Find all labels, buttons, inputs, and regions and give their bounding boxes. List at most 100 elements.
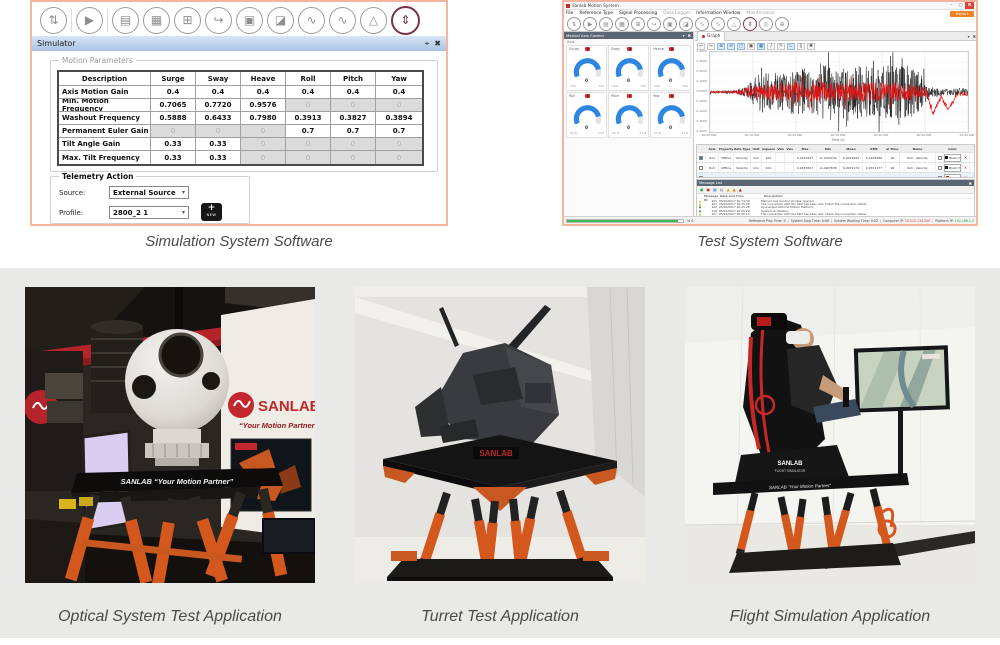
value-cell[interactable]: 0 xyxy=(376,151,422,164)
profile-lock-icon[interactable]: ▣ xyxy=(236,7,263,34)
calibration-icon[interactable]: △ xyxy=(727,17,741,31)
chevron-down-icon[interactable]: ▾ xyxy=(683,33,685,38)
grid-icon[interactable]: ▦ xyxy=(757,43,765,50)
scale-icon[interactable]: ∥ xyxy=(797,43,805,50)
value-cell[interactable]: 0 xyxy=(151,125,196,138)
new-profile-button[interactable]: + NEW xyxy=(201,203,222,221)
close-button[interactable]: ✖ xyxy=(965,2,974,9)
value-cell[interactable]: 0.4 xyxy=(196,86,241,99)
delete-cell[interactable]: ✕ xyxy=(962,173,970,178)
value-cell[interactable]: 0 xyxy=(286,138,331,151)
value-cell[interactable]: 0.5888 xyxy=(151,112,196,125)
value-cell[interactable]: 0 xyxy=(331,151,376,164)
msg-error-icon[interactable]: ▲ xyxy=(739,188,742,192)
color-cell[interactable]: Black▾ xyxy=(944,153,962,162)
value-cell[interactable]: 0.7720 xyxy=(196,99,241,112)
value-cell[interactable]: 0 xyxy=(331,99,376,112)
link-icon[interactable]: ◎ xyxy=(759,17,773,31)
value-cell[interactable]: 0.4 xyxy=(151,86,196,99)
platform-updown-icon[interactable]: ⇕ xyxy=(391,6,420,35)
menu-file[interactable]: File xyxy=(566,11,573,16)
signal-row[interactable]: YawOfflineVelocitym/s1000.2778986-0.1700… xyxy=(697,173,974,178)
color-select[interactable]: Black▾ xyxy=(944,164,961,172)
value-cell[interactable]: 0.3894 xyxy=(376,112,422,125)
msg-all-icon[interactable]: ● xyxy=(700,188,704,192)
value-cell[interactable]: 0.9576 xyxy=(241,99,286,112)
motion-platform-icon[interactable]: ⇅ xyxy=(567,17,581,31)
export-profile-icon[interactable]: ↪ xyxy=(647,17,661,31)
source-select[interactable]: External Source ▾ xyxy=(109,186,189,199)
zoom-in-icon[interactable]: ⊕ xyxy=(717,43,725,50)
value-cell[interactable]: 0.3913 xyxy=(286,112,331,125)
visible-checkbox-cell[interactable] xyxy=(697,153,706,162)
tab-graph[interactable]: Graph xyxy=(697,31,725,41)
chart-icon[interactable]: ◪ xyxy=(267,7,294,34)
save-icon[interactable]: ▦ xyxy=(143,7,170,34)
export-button[interactable]: Export xyxy=(950,11,974,17)
visible-checkbox[interactable] xyxy=(699,156,703,160)
snapshot-icon[interactable]: ▣ xyxy=(747,43,755,50)
edit-icon[interactable]: ✎ xyxy=(777,43,785,50)
play-icon[interactable]: ▶ xyxy=(583,17,597,31)
settings-icon[interactable]: ✱ xyxy=(807,43,815,50)
row-button[interactable] xyxy=(938,156,942,160)
row-button[interactable] xyxy=(938,166,942,170)
signal-row[interactable]: RollOfflineVelocitym/s1000.2455607-0.246… xyxy=(697,163,974,173)
visible-checkbox[interactable] xyxy=(699,166,703,170)
play-icon[interactable]: ▶ xyxy=(76,7,103,34)
close-icon[interactable]: ✖ xyxy=(969,181,972,186)
visible-checkbox-cell[interactable] xyxy=(697,163,706,172)
curve-icon[interactable]: ∕ xyxy=(767,43,775,50)
value-cell[interactable]: 0.4 xyxy=(286,86,331,99)
value-cell[interactable]: 0 xyxy=(196,125,241,138)
close-icon[interactable]: ✖ xyxy=(434,39,441,48)
value-cell[interactable]: 0.7 xyxy=(376,125,422,138)
data-cell[interactable] xyxy=(936,153,944,162)
visible-checkbox-cell[interactable] xyxy=(697,173,706,178)
close-icon[interactable]: ✖ xyxy=(973,34,976,39)
open-file-icon[interactable]: ▤ xyxy=(112,7,139,34)
redo-icon[interactable]: ↪ xyxy=(707,43,715,50)
value-cell[interactable]: 0.7 xyxy=(286,125,331,138)
profile-lock-icon[interactable]: ▣ xyxy=(663,17,677,31)
axes-icon[interactable]: ∟ xyxy=(787,43,795,50)
value-cell[interactable]: 0 xyxy=(286,151,331,164)
value-cell[interactable]: 0 xyxy=(331,138,376,151)
data-cell[interactable] xyxy=(936,173,944,178)
value-cell[interactable]: 0.33 xyxy=(151,138,196,151)
open-file-icon[interactable]: ▤ xyxy=(599,17,613,31)
signal-row[interactable]: RollOfflineVelocitym/s1000.1612547-0.150… xyxy=(697,153,974,163)
chart-icon[interactable]: ◪ xyxy=(679,17,693,31)
value-cell[interactable]: 0.7980 xyxy=(241,112,286,125)
value-cell[interactable]: 0 xyxy=(286,99,331,112)
power-icon[interactable]: ⊕ xyxy=(775,17,789,31)
delete-row-icon[interactable]: ✕ xyxy=(964,165,967,170)
value-cell[interactable]: 0.3827 xyxy=(331,112,376,125)
motion-platform-icon[interactable]: ⇅ xyxy=(40,7,67,34)
row-button[interactable] xyxy=(938,176,942,179)
msg-page-icon[interactable]: ▤ xyxy=(720,188,724,192)
signal-add-icon[interactable]: ∿ xyxy=(695,17,709,31)
save-icon[interactable]: ▦ xyxy=(615,17,629,31)
value-cell[interactable]: 0.4 xyxy=(331,86,376,99)
menu-signal-processing[interactable]: Signal Processing xyxy=(619,11,657,16)
color-cell[interactable]: Red▾ xyxy=(944,173,962,178)
close-icon[interactable]: ✖ xyxy=(688,33,691,38)
signal-split-icon[interactable]: ∿ xyxy=(711,17,725,31)
visible-checkbox[interactable] xyxy=(699,176,703,179)
msg-warning-icon[interactable]: ▲ xyxy=(727,188,730,192)
color-select[interactable]: Black▾ xyxy=(944,154,961,162)
value-cell[interactable]: 0 xyxy=(241,125,286,138)
signal-split-icon[interactable]: ∿ xyxy=(329,7,356,34)
calibration-icon[interactable]: △ xyxy=(360,7,387,34)
pin-icon[interactable]: ⌖ xyxy=(425,39,430,49)
minimize-button[interactable]: – xyxy=(947,3,956,8)
value-cell[interactable]: 0 xyxy=(376,138,422,151)
chevron-down-icon[interactable]: ▾ xyxy=(968,34,970,39)
delete-row-icon[interactable]: ✕ xyxy=(964,175,967,178)
export-profile-icon[interactable]: ↪ xyxy=(205,7,232,34)
msg-alert-icon[interactable]: ▲ xyxy=(733,188,736,192)
value-cell[interactable]: 0.4 xyxy=(376,86,422,99)
signal-add-icon[interactable]: ∿ xyxy=(298,7,325,34)
msg-clear-icon[interactable]: ● xyxy=(707,188,711,192)
